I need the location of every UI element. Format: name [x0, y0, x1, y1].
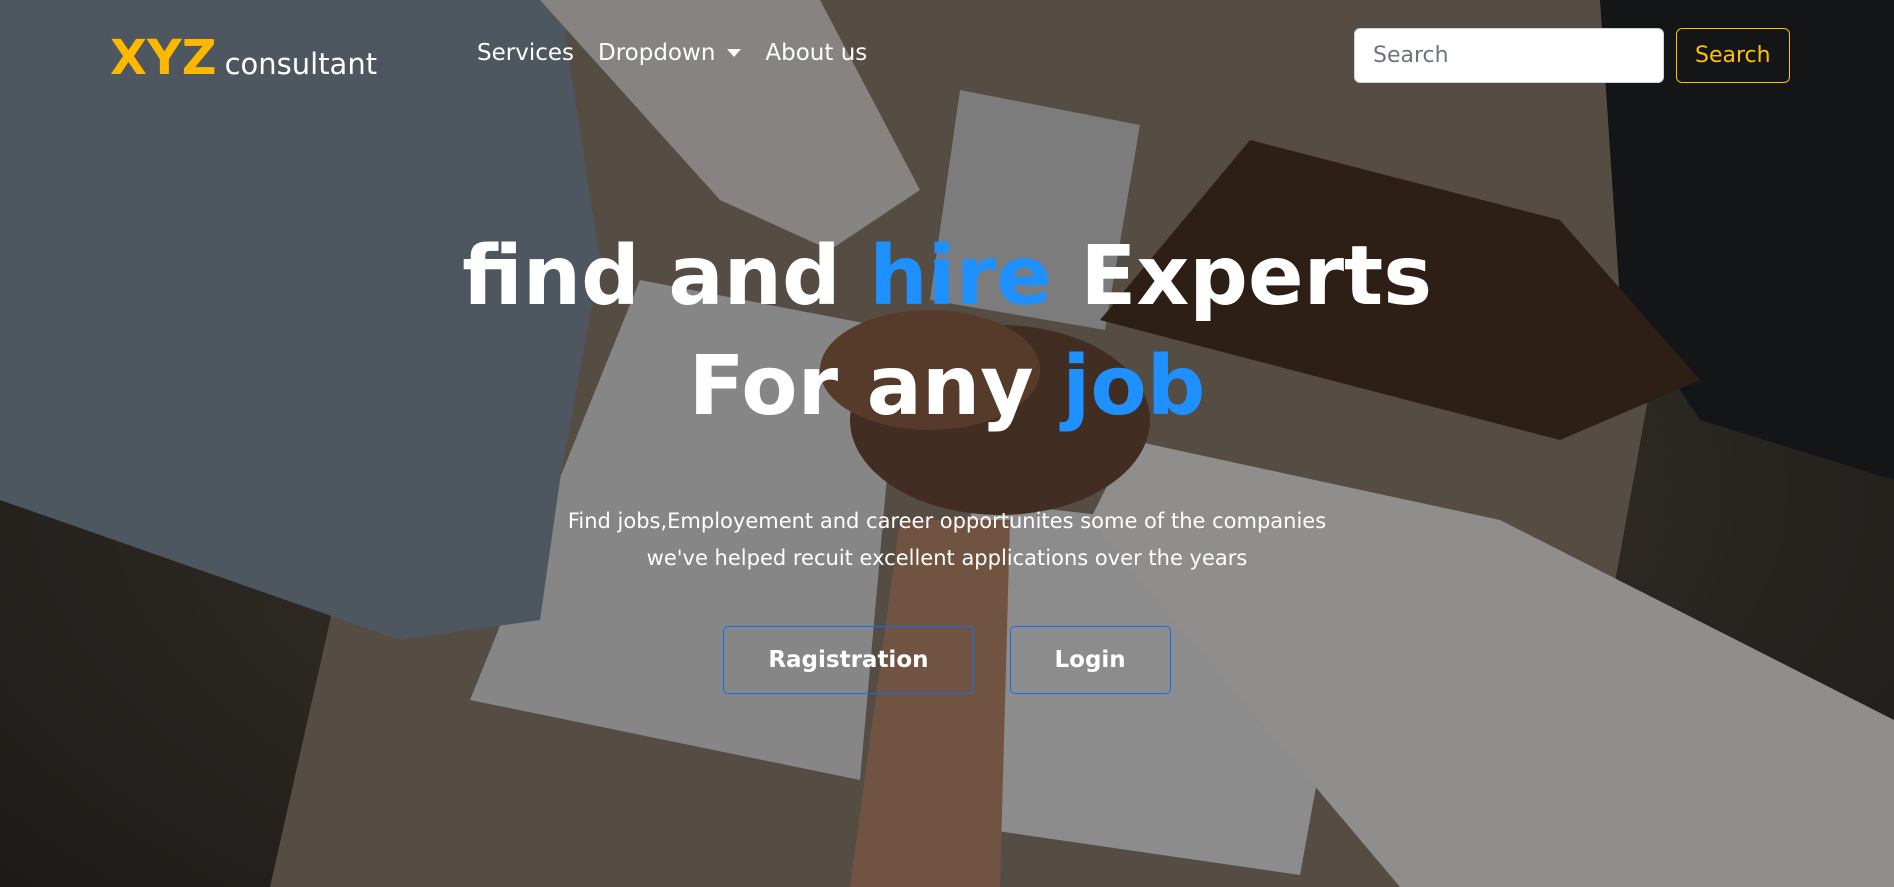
nav-item-about[interactable]: About us	[765, 40, 867, 66]
search-form: Search	[1354, 28, 1790, 83]
nav-links: Services Dropdown About us	[477, 40, 867, 66]
subtext-line-1: Find jobs,Employement and career opportu…	[567, 509, 1327, 533]
headline-accent-job: job	[1062, 339, 1206, 434]
search-input[interactable]	[1354, 28, 1664, 83]
headline-text: For any	[688, 339, 1063, 434]
headline-text: find and	[461, 229, 870, 324]
caret-down-icon	[727, 49, 742, 57]
hero-section: XYZ consultant Services Dropdown About us…	[0, 0, 1894, 887]
subtext-line-2: we've helped recuit excellent applicatio…	[646, 546, 1248, 570]
navbar: XYZ consultant Services Dropdown About us…	[0, 0, 1894, 115]
hero-subtext: Find jobs,Employement and career opportu…	[0, 503, 1894, 577]
hero-headline: find and hire Experts For any job	[0, 222, 1894, 442]
registration-button[interactable]: Ragistration	[723, 626, 974, 694]
headline-line2: For any job	[689, 339, 1206, 434]
cta-group: Ragistration Login	[0, 626, 1894, 694]
headline-text: Experts	[1051, 229, 1433, 324]
nav-item-services[interactable]: Services	[477, 40, 574, 66]
search-button[interactable]: Search	[1676, 28, 1790, 83]
login-button[interactable]: Login	[1009, 626, 1171, 694]
headline-line1: find and hire Experts	[462, 229, 1432, 324]
dark-overlay	[0, 0, 1894, 887]
brand-logo[interactable]: XYZ consultant	[110, 30, 377, 86]
nav-item-dropdown-label: Dropdown	[598, 40, 716, 66]
brand-primary: XYZ	[110, 30, 217, 86]
nav-item-dropdown[interactable]: Dropdown	[598, 40, 742, 66]
headline-accent-hire: hire	[869, 229, 1052, 324]
brand-secondary: consultant	[224, 47, 378, 81]
